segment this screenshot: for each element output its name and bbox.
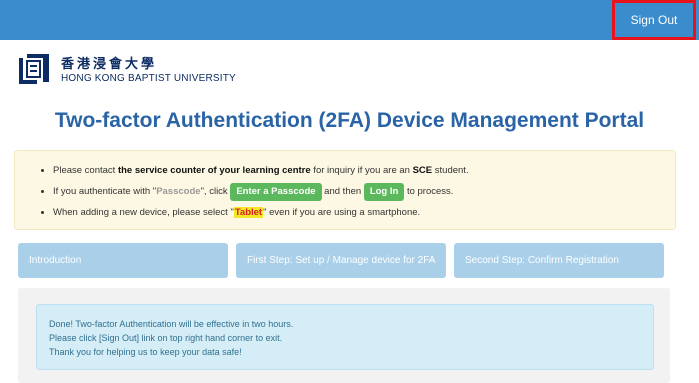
step-tab-setup-device[interactable]: First Step: Set up / Manage device for 2… (236, 243, 446, 278)
step-tab-introduction[interactable]: Introduction (18, 243, 228, 278)
success-line-thanks: Thank you for helping us to keep your da… (49, 347, 242, 357)
university-name-zh: 香港浸會大學 (61, 57, 158, 72)
notice-box: Please contact the service counter of yo… (14, 150, 676, 230)
hkbu-crest-icon (19, 54, 49, 84)
top-navbar (0, 0, 699, 40)
step-tab-confirm-registration[interactable]: Second Step: Confirm Registration (454, 243, 664, 278)
success-line-signout: Please click [Sign Out] link on top righ… (49, 333, 283, 343)
notice-item-sce: Please contact the service counter of yo… (53, 162, 469, 183)
notice-item-passcode: If you authenticate with "Passcode", cli… (53, 183, 469, 204)
sign-out-link[interactable]: Sign Out (612, 0, 696, 40)
log-in-button[interactable]: Log In (363, 183, 405, 201)
enter-passcode-button[interactable]: Enter a Passcode (230, 183, 322, 201)
page-title: Two-factor Authentication (2FA) Device M… (54, 109, 645, 132)
notice-item-tablet: When adding a new device, please select … (53, 204, 469, 225)
university-name-en: HONG KONG BAPTIST UNIVERSITY (61, 73, 236, 84)
success-line-effective: Done! Two-factor Authentication will be … (49, 319, 294, 329)
university-logo: 香港浸會大學 HONG KONG BAPTIST UNIVERSITY (15, 50, 236, 90)
success-message: Done! Two-factor Authentication will be … (36, 304, 654, 370)
